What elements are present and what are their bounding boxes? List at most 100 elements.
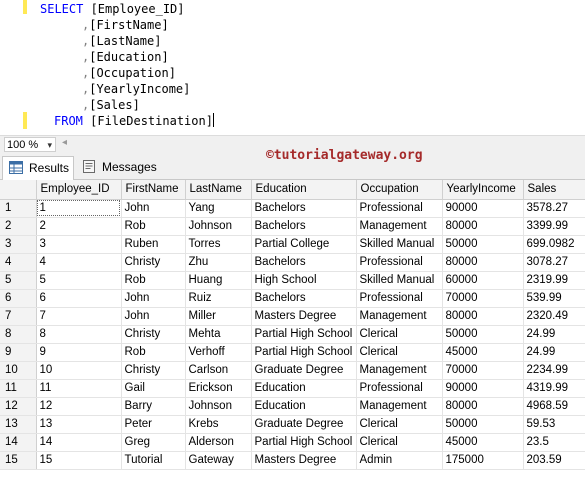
cell-firstname[interactable]: Gail xyxy=(121,379,186,398)
cell-sales[interactable]: 699.0982 xyxy=(523,235,585,254)
cell-sales[interactable]: 24.99 xyxy=(523,343,585,362)
cell-education[interactable]: Bachelors xyxy=(251,253,357,272)
cell-occupation[interactable]: Management xyxy=(356,361,443,380)
cell-education[interactable]: Partial High School xyxy=(251,433,357,452)
column-header-education[interactable]: Education xyxy=(251,180,357,200)
cell-yearlyincome[interactable]: 60000 xyxy=(442,271,524,290)
table-row[interactable]: 15 15 Tutorial Gateway Masters Degree Admin 17… xyxy=(0,451,585,470)
cell-occupation[interactable]: Admin xyxy=(356,451,443,470)
cell-row-number[interactable]: 5 xyxy=(0,271,37,290)
column-header-lastname[interactable]: LastName xyxy=(185,180,252,200)
cell-occupation[interactable]: Management xyxy=(356,397,443,416)
cell-yearlyincome[interactable]: 80000 xyxy=(442,307,524,326)
table-row[interactable]: 11 11 Gail Erickson Education Professional 900… xyxy=(0,379,585,398)
cell-yearlyincome[interactable]: 50000 xyxy=(442,415,524,434)
cell-education[interactable]: Bachelors xyxy=(251,289,357,308)
cell-employee-id[interactable]: 13 xyxy=(36,415,122,434)
cell-lastname[interactable]: Johnson xyxy=(185,397,252,416)
cell-sales[interactable]: 4319.99 xyxy=(523,379,585,398)
query-editor[interactable]: SELECT [Employee_ID] ,[FirstName] ,[Last… xyxy=(0,0,585,135)
cell-education[interactable]: Education xyxy=(251,397,357,416)
cell-row-number[interactable]: 10 xyxy=(0,361,37,380)
cell-lastname[interactable]: Miller xyxy=(185,307,252,326)
cell-lastname[interactable]: Carlson xyxy=(185,361,252,380)
cell-employee-id[interactable]: 2 xyxy=(36,217,122,236)
cell-employee-id[interactable]: 8 xyxy=(36,325,122,344)
cell-firstname[interactable]: Rob xyxy=(121,343,186,362)
table-row[interactable]: 10 10 Christy Carlson Graduate Degree Managem… xyxy=(0,361,585,380)
cell-yearlyincome[interactable]: 50000 xyxy=(442,235,524,254)
cell-sales[interactable]: 203.59 xyxy=(523,451,585,470)
cell-firstname[interactable]: Tutorial xyxy=(121,451,186,470)
table-row[interactable]: 14 14 Greg Alderson Partial High School Cleri… xyxy=(0,433,585,452)
cell-firstname[interactable]: Peter xyxy=(121,415,186,434)
cell-yearlyincome[interactable]: 45000 xyxy=(442,433,524,452)
cell-yearlyincome[interactable]: 80000 xyxy=(442,217,524,236)
cell-firstname[interactable]: John xyxy=(121,289,186,308)
cell-education[interactable]: Partial High School xyxy=(251,343,357,362)
cell-occupation[interactable]: Professional xyxy=(356,379,443,398)
cell-firstname[interactable]: Barry xyxy=(121,397,186,416)
cell-sales[interactable]: 3399.99 xyxy=(523,217,585,236)
zoom-select[interactable]: 100 % ▾ xyxy=(4,137,56,152)
cell-sales[interactable]: 539.99 xyxy=(523,289,585,308)
cell-row-number[interactable]: 14 xyxy=(0,433,37,452)
tab-messages[interactable]: Messages xyxy=(76,156,157,178)
cell-yearlyincome[interactable]: 70000 xyxy=(442,289,524,308)
cell-employee-id[interactable]: 12 xyxy=(36,397,122,416)
cell-occupation[interactable]: Clerical xyxy=(356,325,443,344)
cell-firstname[interactable]: John xyxy=(121,307,186,326)
cell-lastname[interactable]: Alderson xyxy=(185,433,252,452)
cell-row-number[interactable]: 13 xyxy=(0,415,37,434)
cell-row-number[interactable]: 1 xyxy=(0,199,37,218)
column-header-occupation[interactable]: Occupation xyxy=(356,180,443,200)
cell-row-number[interactable]: 3 xyxy=(0,235,37,254)
cell-row-number[interactable]: 9 xyxy=(0,343,37,362)
table-row[interactable]: 1 1 John Yang Bachelors Professional 90000 3578… xyxy=(0,199,585,218)
column-header-sales[interactable]: Sales xyxy=(523,180,585,200)
table-row[interactable]: 3 3 Ruben Torres Partial College Skilled Manu… xyxy=(0,235,585,254)
tab-results[interactable]: Results xyxy=(2,156,74,180)
cell-education[interactable]: Graduate Degree xyxy=(251,415,357,434)
cell-lastname[interactable]: Mehta xyxy=(185,325,252,344)
cell-firstname[interactable]: Rob xyxy=(121,217,186,236)
cell-employee-id[interactable]: 1 xyxy=(36,199,122,218)
cell-firstname[interactable]: Greg xyxy=(121,433,186,452)
cell-firstname[interactable]: Christy xyxy=(121,361,186,380)
cell-yearlyincome[interactable]: 50000 xyxy=(442,325,524,344)
cell-employee-id[interactable]: 7 xyxy=(36,307,122,326)
scroll-left-icon[interactable]: ◂ xyxy=(62,137,67,148)
cell-education[interactable]: Bachelors xyxy=(251,217,357,236)
cell-occupation[interactable]: Skilled Manual xyxy=(356,271,443,290)
cell-occupation[interactable]: Management xyxy=(356,217,443,236)
cell-firstname[interactable]: Ruben xyxy=(121,235,186,254)
cell-occupation[interactable]: Management xyxy=(356,307,443,326)
table-row[interactable]: 12 12 Barry Johnson Education Management 80000… xyxy=(0,397,585,416)
table-row[interactable]: 7 7 John Miller Masters Degree Management 8000… xyxy=(0,307,585,326)
cell-education[interactable]: Partial High School xyxy=(251,325,357,344)
cell-row-number[interactable]: 4 xyxy=(0,253,37,272)
cell-lastname[interactable]: Yang xyxy=(185,199,252,218)
cell-lastname[interactable]: Johnson xyxy=(185,217,252,236)
cell-lastname[interactable]: Torres xyxy=(185,235,252,254)
cell-employee-id[interactable]: 3 xyxy=(36,235,122,254)
cell-row-number[interactable]: 8 xyxy=(0,325,37,344)
cell-occupation[interactable]: Professional xyxy=(356,253,443,272)
table-row[interactable]: 4 4 Christy Zhu Bachelors Professional 80000 30… xyxy=(0,253,585,272)
cell-education[interactable]: Masters Degree xyxy=(251,451,357,470)
table-row[interactable]: 5 5 Rob Huang High School Skilled Manual 60000… xyxy=(0,271,585,290)
horizontal-scrollbar[interactable] xyxy=(74,141,579,147)
cell-occupation[interactable]: Professional xyxy=(356,289,443,308)
cell-yearlyincome[interactable]: 45000 xyxy=(442,343,524,362)
cell-row-number[interactable]: 12 xyxy=(0,397,37,416)
table-row[interactable]: 9 9 Rob Verhoff Partial High School Clerical 4… xyxy=(0,343,585,362)
cell-employee-id[interactable]: 5 xyxy=(36,271,122,290)
cell-firstname[interactable]: Christy xyxy=(121,325,186,344)
cell-employee-id[interactable]: 11 xyxy=(36,379,122,398)
cell-lastname[interactable]: Ruiz xyxy=(185,289,252,308)
cell-sales[interactable]: 2234.99 xyxy=(523,361,585,380)
cell-sales[interactable]: 2319.99 xyxy=(523,271,585,290)
cell-education[interactable]: Graduate Degree xyxy=(251,361,357,380)
cell-yearlyincome[interactable]: 175000 xyxy=(442,451,524,470)
cell-employee-id[interactable]: 4 xyxy=(36,253,122,272)
